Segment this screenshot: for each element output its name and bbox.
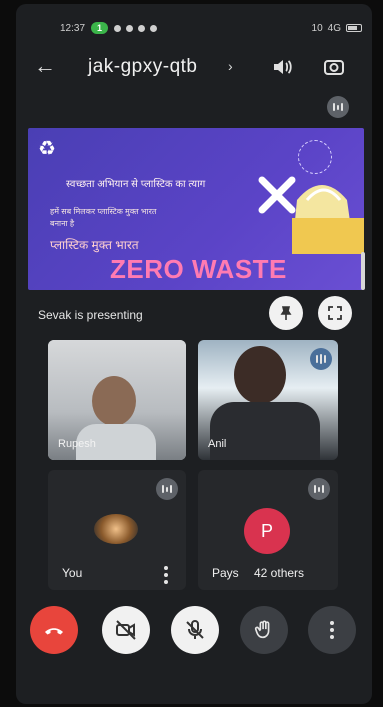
- participant-tile-1[interactable]: Rupesh: [48, 340, 186, 460]
- chevron-right-icon[interactable]: ›: [228, 58, 233, 74]
- notification-icon: [114, 24, 122, 32]
- mic-status-icon: [308, 478, 330, 500]
- phone-hangup-icon: [45, 628, 63, 635]
- slide-text: स्वच्छता अभियान से प्लास्टिक का त्याग: [66, 179, 206, 190]
- notification-icon: [138, 24, 146, 32]
- others-name: Pays: [212, 566, 239, 580]
- back-arrow-icon[interactable]: ←: [34, 54, 58, 78]
- mute-button[interactable]: [171, 606, 219, 654]
- call-pill: 1: [91, 22, 109, 34]
- slide-text: प्लास्टिक मुक्त भारत: [50, 238, 139, 252]
- status-icons: [114, 24, 305, 32]
- mic-off-icon: [186, 620, 204, 639]
- notification-icon: [126, 24, 134, 32]
- others-count: 42 others: [254, 566, 305, 580]
- more-options-button[interactable]: [308, 606, 356, 654]
- scrollbar[interactable]: [361, 252, 365, 290]
- end-call-button[interactable]: [30, 606, 78, 654]
- plastic-bag-illustration: [258, 176, 364, 254]
- more-options-icon[interactable]: [164, 566, 168, 584]
- status-right: 10 4G: [312, 23, 362, 34]
- speaking-indicator-icon: [310, 348, 332, 370]
- pin-icon: [280, 306, 292, 320]
- others-tile[interactable]: P Pays 42 others: [198, 470, 338, 590]
- slide-text: हमें सब मिलकर प्लास्टिक मुक्त भारत: [50, 207, 157, 216]
- participant-body: [210, 402, 320, 460]
- avatar: P: [244, 508, 290, 554]
- participant-face: [234, 346, 286, 404]
- slide-text: बनाना है: [50, 219, 75, 228]
- presentation-slide[interactable]: ♻ स्वच्छता अभियान से प्लास्टिक का त्याग …: [28, 128, 364, 290]
- more-vert-icon: [330, 621, 334, 639]
- participant-face: [92, 376, 136, 426]
- raise-hand-button[interactable]: [240, 606, 288, 654]
- slide-headline: ZERO WASTE: [110, 254, 287, 284]
- top-bar: ← jak-gpxy-qtb ›: [16, 44, 372, 90]
- switch-camera-icon[interactable]: [322, 55, 346, 79]
- mic-status-icon: [156, 478, 178, 500]
- self-label: You: [62, 566, 83, 580]
- pin-button[interactable]: [269, 296, 303, 330]
- notification-icon: [150, 24, 158, 32]
- recycle-icon: ♻: [38, 138, 56, 160]
- video-off-icon: [116, 620, 136, 640]
- camera-off-button[interactable]: [102, 606, 150, 654]
- fullscreen-icon: [328, 306, 342, 320]
- status-bar: 12:37 1 10 4G: [60, 18, 362, 38]
- fullscreen-button[interactable]: [318, 296, 352, 330]
- network-text: 4G: [327, 22, 341, 34]
- participant-name: Anil: [208, 438, 227, 450]
- hand-icon: [254, 620, 270, 639]
- self-tile[interactable]: You: [48, 470, 186, 590]
- participant-name: Rupesh: [58, 438, 96, 450]
- presenting-label: Sevak is presenting: [38, 308, 143, 322]
- meeting-screen: 12:37 1 10 4G ← jak-gpxy-qtb › ♻ स्वच्छत…: [16, 4, 372, 704]
- battery-icon: [346, 24, 362, 32]
- status-right-text: 10: [311, 22, 323, 34]
- meeting-code[interactable]: jak-gpxy-qtb: [88, 56, 198, 78]
- status-time: 12:37: [60, 22, 86, 34]
- participant-tile-2[interactable]: Anil: [198, 340, 338, 460]
- speaker-icon[interactable]: [270, 55, 294, 79]
- presenter-audio-icon: [327, 96, 349, 118]
- self-video-thumbnail: [94, 514, 138, 544]
